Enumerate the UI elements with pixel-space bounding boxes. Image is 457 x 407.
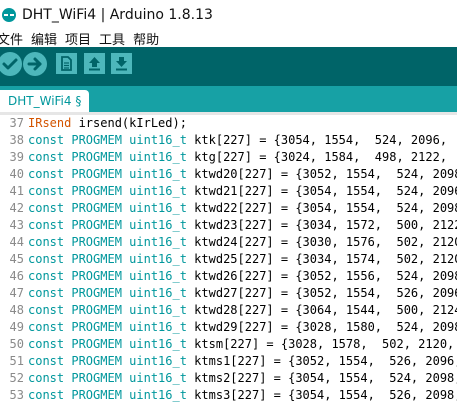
- code-text: IRsend irsend(kIrLed);: [28, 115, 187, 132]
- code-text: const PROGMEM uint16_t ktwd23[227] = {30…: [28, 217, 457, 234]
- code-text: const PROGMEM uint16_t ktms2[227] = {305…: [28, 370, 457, 387]
- menu-tools[interactable]: 工具: [99, 29, 125, 48]
- arrow-down-icon: [116, 57, 127, 71]
- line-number: 47: [9, 286, 24, 300]
- code-keyword: IRsend: [28, 116, 72, 130]
- code-keyword: const PROGMEM uint16_t: [28, 269, 187, 283]
- code-text: const PROGMEM uint16_t ktms1[227] = {305…: [28, 353, 457, 370]
- code-keyword: const PROGMEM uint16_t: [28, 235, 187, 249]
- code-keyword: const PROGMEM uint16_t: [28, 371, 187, 385]
- code-token: ktk[227] = {3054, 1554, 524, 2096, 524,: [194, 133, 448, 147]
- checkmark-icon: [2, 58, 18, 70]
- code-token: ktwd22[227] = {3054, 1554, 524, 2098, 52…: [194, 201, 457, 215]
- toolbar: [0, 47, 457, 86]
- code-text: const PROGMEM uint16_t ktwd28[227] = {30…: [28, 302, 457, 319]
- code-token: ktms2[227] = {3054, 1554, 524, 2098, 524…: [194, 371, 457, 385]
- code-keyword: const PROGMEM uint16_t: [28, 303, 187, 317]
- line-number: 48: [9, 303, 24, 317]
- code-keyword: const PROGMEM uint16_t: [28, 167, 187, 181]
- code-token: ktwd23[227] = {3034, 1572, 500, 2122, 50…: [194, 218, 457, 232]
- code-token: ktwd24[227] = {3030, 1576, 502, 2120, 50…: [194, 235, 457, 249]
- code-token: ktwd25[227] = {3034, 1574, 502, 2120, 50…: [194, 252, 457, 266]
- tab-strip: DHT_WiFi4 §: [0, 86, 457, 112]
- code-text: const PROGMEM uint16_t ktwd29[227] = {30…: [28, 319, 457, 336]
- new-file-icon: [61, 56, 72, 71]
- code-token: ktwd20[227] = {3052, 1554, 524, 2098, 52…: [194, 167, 457, 181]
- code-text: const PROGMEM uint16_t ktwd25[227] = {30…: [28, 251, 457, 268]
- line-number: 38: [9, 133, 24, 147]
- menu-help[interactable]: 帮助: [133, 29, 159, 48]
- menu-file[interactable]: 文件: [0, 29, 23, 48]
- line-number: 37: [9, 116, 24, 130]
- code-token: ktwd27[227] = {3052, 1554, 526, 2096, 52…: [194, 286, 457, 300]
- line-number: 53: [9, 388, 24, 402]
- code-keyword: const PROGMEM uint16_t: [28, 388, 187, 402]
- code-token: ktms1[227] = {3052, 1554, 526, 2096, 526…: [194, 354, 457, 368]
- code-text: const PROGMEM uint16_t ktk[227] = {3054,…: [28, 132, 457, 149]
- code-keyword: const PROGMEM uint16_t: [28, 218, 187, 232]
- open-button[interactable]: [84, 53, 105, 74]
- code-keyword: const PROGMEM uint16_t: [28, 133, 187, 147]
- code-text: const PROGMEM uint16_t ktsm[227] = {3028…: [28, 336, 457, 353]
- code-keyword: const PROGMEM uint16_t: [28, 354, 187, 368]
- window-title: DHT_WiFi4 | Arduino 1.8.13: [22, 7, 213, 23]
- code-keyword: const PROGMEM uint16_t: [28, 337, 187, 351]
- code-token: ktwd29[227] = {3028, 1580, 524, 2098, 52…: [194, 320, 457, 334]
- line-number: 46: [9, 269, 24, 283]
- line-number: 39: [9, 150, 24, 164]
- title-bar: DHT_WiFi4 | Arduino 1.8.13: [0, 0, 457, 30]
- line-number: 42: [9, 201, 24, 215]
- code-token: ktwd28[227] = {3064, 1544, 500, 2124, 50…: [194, 303, 457, 317]
- code-text: const PROGMEM uint16_t ktms3[227] = {305…: [28, 387, 457, 404]
- code-text: const PROGMEM uint16_t ktwd22[227] = {30…: [28, 200, 457, 217]
- code-token: ktms3[227] = {3054, 1554, 526, 2098, 526…: [194, 388, 457, 402]
- line-number: 45: [9, 252, 24, 266]
- menu-edit[interactable]: 编辑: [31, 29, 57, 48]
- line-number: 51: [9, 354, 24, 368]
- code-keyword: const PROGMEM uint16_t: [28, 184, 187, 198]
- arduino-logo-icon: [2, 8, 16, 22]
- code-keyword: const PROGMEM uint16_t: [28, 201, 187, 215]
- tab-sketch[interactable]: DHT_WiFi4 §: [0, 90, 90, 112]
- code-keyword: const PROGMEM uint16_t: [28, 320, 187, 334]
- line-number: 52: [9, 371, 24, 385]
- code-token: ktwd21[227] = {3054, 1554, 524, 2096, 52…: [194, 184, 457, 198]
- arrow-right-icon: [27, 57, 42, 71]
- verify-button[interactable]: [0, 52, 22, 76]
- new-button[interactable]: [56, 53, 77, 74]
- save-button[interactable]: [111, 53, 132, 74]
- code-text: const PROGMEM uint16_t ktg[227] = {3024,…: [28, 149, 457, 166]
- code-text: const PROGMEM uint16_t ktwd27[227] = {30…: [28, 285, 457, 302]
- code-text: const PROGMEM uint16_t ktwd21[227] = {30…: [28, 183, 457, 200]
- code-text: const PROGMEM uint16_t ktwd20[227] = {30…: [28, 166, 457, 183]
- upload-button[interactable]: [23, 52, 47, 76]
- code-token: ktsm[227] = {3028, 1578, 502, 2120, 502,: [194, 337, 455, 351]
- line-number: 49: [9, 320, 24, 334]
- code-keyword: const PROGMEM uint16_t: [28, 252, 187, 266]
- code-token: ktg[227] = {3024, 1584, 498, 2122, 498,: [194, 150, 448, 164]
- code-editor[interactable]: 37 IRsend irsend(kIrLed); 38 const PROGMEM …: [0, 115, 457, 407]
- arrow-up-icon: [89, 57, 100, 71]
- code-keyword: const PROGMEM uint16_t: [28, 150, 187, 164]
- menu-sketch[interactable]: 项目: [65, 29, 91, 48]
- code-keyword: const PROGMEM uint16_t: [28, 286, 187, 300]
- line-number: 40: [9, 167, 24, 181]
- line-number: 44: [9, 235, 24, 249]
- code-token: irsend(kIrLed);: [71, 116, 187, 130]
- code-text: const PROGMEM uint16_t ktwd24[227] = {30…: [28, 234, 457, 251]
- line-number: 43: [9, 218, 24, 232]
- code-text: const PROGMEM uint16_t ktwd26[227] = {30…: [28, 268, 457, 285]
- line-number: 50: [9, 337, 24, 351]
- menu-bar: 文件 编辑 项目 工具 帮助: [0, 29, 457, 48]
- code-token: ktwd26[227] = {3052, 1556, 524, 2098, 52…: [194, 269, 457, 283]
- line-number: 41: [9, 184, 24, 198]
